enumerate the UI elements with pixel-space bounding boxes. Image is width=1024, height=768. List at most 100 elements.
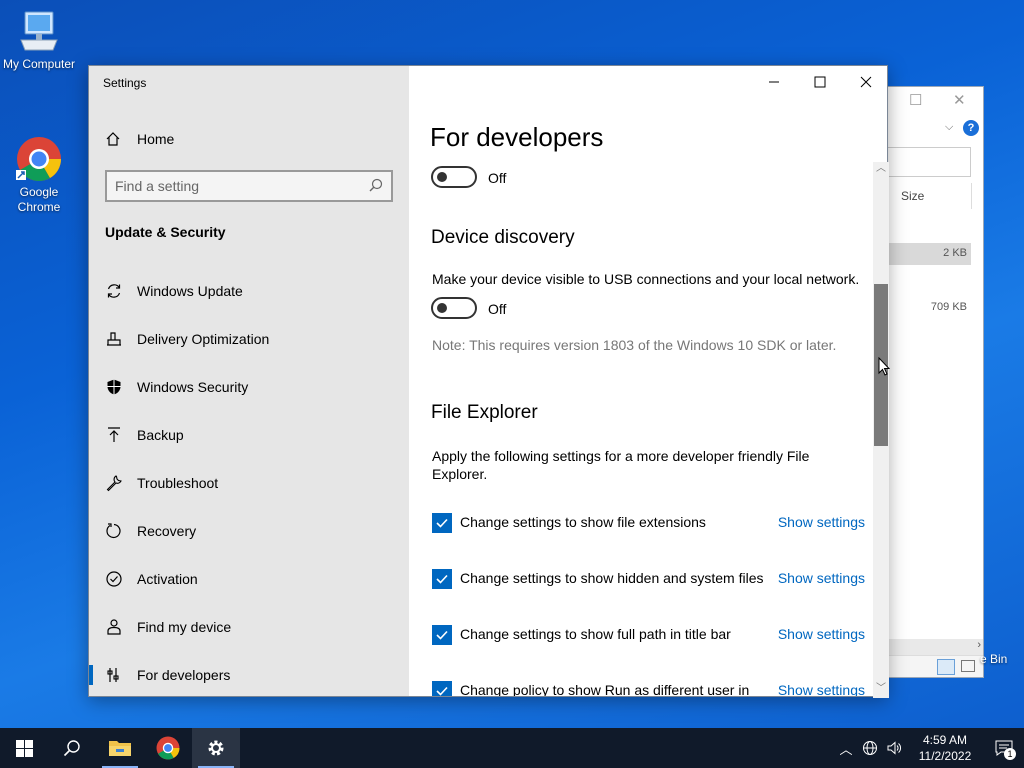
taskbar-file-explorer[interactable] bbox=[96, 728, 144, 768]
start-button[interactable] bbox=[0, 728, 48, 768]
search-icon[interactable] bbox=[369, 178, 383, 195]
help-icon[interactable]: ? bbox=[963, 120, 979, 136]
mouse-cursor-icon bbox=[878, 356, 891, 382]
sidebar-item-label: Activation bbox=[137, 571, 198, 587]
show-settings-link[interactable]: Show settings bbox=[778, 514, 865, 530]
column-divider bbox=[971, 183, 972, 209]
settings-window[interactable]: Settings Home Find a setting Update & Se… bbox=[88, 65, 889, 698]
chrome-icon bbox=[16, 121, 62, 181]
search-icon bbox=[63, 740, 80, 757]
horizontal-scrollbar[interactable]: › bbox=[887, 639, 983, 655]
system-tray: ︿ 4:59 AM 11/2/2022 1 bbox=[834, 728, 1024, 768]
taskbar-chrome[interactable] bbox=[144, 728, 192, 768]
show-settings-link[interactable]: Show settings bbox=[778, 682, 865, 696]
checkbox-show-full-path[interactable] bbox=[432, 625, 452, 645]
computer-icon bbox=[19, 10, 59, 54]
desktop-icon-chrome[interactable]: Google Chrome bbox=[0, 106, 79, 230]
section-title: Update & Security bbox=[105, 224, 226, 240]
sidebar-item-find-my-device[interactable]: Find my device bbox=[89, 605, 409, 649]
page-title: For developers bbox=[430, 122, 604, 152]
file-explorer-heading: File Explorer bbox=[431, 402, 538, 423]
volume-icon[interactable] bbox=[882, 740, 906, 756]
search-box[interactable] bbox=[887, 147, 971, 177]
clock-time: 4:59 AM bbox=[922, 733, 968, 747]
sidebar-item-label: Backup bbox=[137, 427, 184, 443]
network-globe-icon[interactable] bbox=[858, 740, 882, 756]
show-settings-link[interactable]: Show settings bbox=[778, 570, 865, 586]
chrome-icon bbox=[156, 736, 180, 760]
chevron-right-icon[interactable]: › bbox=[977, 639, 981, 651]
folder-icon bbox=[109, 741, 131, 756]
file-row[interactable]: 709 KB bbox=[887, 297, 971, 317]
window-title: Settings bbox=[103, 76, 147, 90]
checkbox-label: Change settings to show full path in tit… bbox=[460, 626, 731, 642]
vertical-scrollbar[interactable]: ︿ ﹀ bbox=[873, 162, 889, 698]
close-button[interactable] bbox=[843, 66, 889, 98]
sidebar-item-label: Find my device bbox=[137, 619, 232, 635]
home-icon bbox=[89, 131, 137, 147]
close-icon bbox=[860, 76, 872, 88]
checkbox-label: Change policy to show Run as different u… bbox=[460, 682, 750, 696]
wrench-icon bbox=[89, 474, 137, 492]
checkbox-show-file-extensions[interactable] bbox=[432, 513, 452, 533]
device-discovery-toggle[interactable] bbox=[431, 297, 477, 319]
windows-logo-icon bbox=[15, 739, 33, 757]
sidebar-item-label: Windows Security bbox=[137, 379, 249, 395]
maximize-icon bbox=[814, 76, 826, 88]
toggle-state-label: Off bbox=[488, 301, 507, 317]
search-placeholder: Find a setting bbox=[115, 178, 200, 194]
sidebar-item-activation[interactable]: Activation bbox=[89, 557, 409, 601]
show-settings-link[interactable]: Show settings bbox=[778, 626, 865, 642]
tiles-view-icon[interactable] bbox=[961, 660, 975, 672]
sidebar-item-backup[interactable]: Backup bbox=[89, 413, 409, 457]
desktop-icon-label: My Computer bbox=[2, 57, 76, 71]
sidebar-item-for-developers[interactable]: For developers bbox=[89, 653, 409, 697]
minimize-icon bbox=[769, 81, 779, 83]
taskbar-clock[interactable]: 4:59 AM 11/2/2022 bbox=[912, 732, 978, 764]
sidebar-item-label: Home bbox=[137, 131, 175, 147]
search-button[interactable] bbox=[48, 728, 96, 768]
sidebar-item-label: Troubleshoot bbox=[137, 475, 219, 491]
sidebar-item-delivery-optimization[interactable]: Delivery Optimization bbox=[89, 317, 409, 361]
backup-arrow-icon bbox=[89, 426, 137, 444]
scroll-down-icon[interactable]: ﹀ bbox=[873, 682, 889, 696]
check-circle-icon bbox=[89, 570, 137, 588]
developer-mode-toggle[interactable] bbox=[431, 166, 477, 188]
sidebar-item-label: Windows Update bbox=[137, 283, 243, 299]
checkbox-label: Change settings to show hidden and syste… bbox=[460, 570, 764, 586]
device-discovery-description: Make your device visible to USB connecti… bbox=[432, 271, 860, 287]
desktop-icon-my-computer[interactable]: My Computer bbox=[0, 10, 79, 72]
notification-count-badge: 1 bbox=[1004, 748, 1016, 760]
notification-center-icon[interactable]: 1 bbox=[984, 728, 1024, 768]
checkmark-icon bbox=[436, 518, 448, 528]
minimize-button[interactable] bbox=[751, 66, 797, 98]
desktop-icon-label: Google Chrome bbox=[17, 185, 61, 214]
checkmark-icon bbox=[436, 630, 448, 640]
checkbox-run-as-different-user[interactable] bbox=[432, 681, 452, 696]
chevron-down-icon[interactable]: ⌵ bbox=[945, 121, 953, 134]
sidebar-item-recovery[interactable]: Recovery bbox=[89, 509, 409, 553]
chevron-up-icon[interactable]: ︿ bbox=[834, 739, 858, 758]
sidebar-item-label: For developers bbox=[137, 667, 231, 683]
sidebar-item-label: Recovery bbox=[137, 523, 197, 539]
desktop-icon-recycle-bin-label[interactable]: e Bin bbox=[980, 652, 1007, 666]
details-view-icon[interactable] bbox=[937, 659, 955, 675]
maximize-button[interactable] bbox=[797, 66, 843, 98]
sidebar-item-troubleshoot[interactable]: Troubleshoot bbox=[89, 461, 409, 505]
column-header-size[interactable]: Size bbox=[901, 189, 924, 203]
checkbox-show-hidden-files[interactable] bbox=[432, 569, 452, 589]
file-row[interactable]: 2 KB bbox=[887, 243, 971, 265]
sidebar-item-windows-update[interactable]: Windows Update bbox=[89, 269, 409, 313]
settings-sidebar: Settings Home Find a setting Update & Se… bbox=[89, 66, 409, 696]
scroll-up-icon[interactable]: ︿ bbox=[873, 162, 889, 176]
clock-date: 11/2/2022 bbox=[918, 749, 972, 763]
sidebar-item-windows-security[interactable]: Windows Security bbox=[89, 365, 409, 409]
settings-content: For developers Off Device discovery Make… bbox=[409, 66, 889, 696]
maximize-icon[interactable]: ☐ bbox=[909, 91, 922, 109]
sidebar-item-home[interactable]: Home bbox=[89, 117, 409, 161]
developer-icon bbox=[89, 666, 137, 684]
search-input[interactable]: Find a setting bbox=[105, 170, 393, 202]
close-icon[interactable]: ✕ bbox=[953, 91, 966, 109]
taskbar-settings[interactable] bbox=[192, 728, 240, 768]
recovery-icon bbox=[89, 522, 137, 540]
